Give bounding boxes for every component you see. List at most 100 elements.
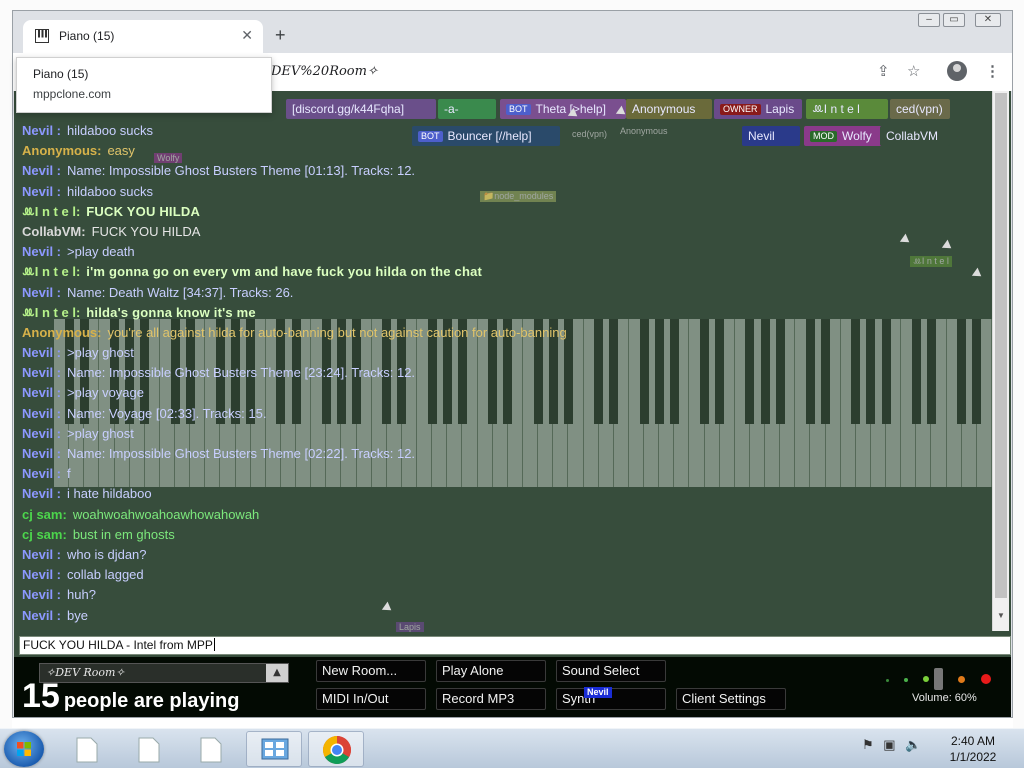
scroll-down-arrow-icon[interactable]: ▼ (995, 611, 1007, 625)
client-settings-button[interactable]: Client Settings (676, 688, 786, 710)
chat-text: who is djdan? (67, 546, 147, 562)
clock-time: 2:40 AM (950, 734, 996, 748)
chat-author: Nevil : (22, 425, 62, 441)
user-name: ced(vpn) (896, 102, 943, 116)
taskbar-item-document[interactable] (184, 731, 240, 767)
maximize-window-icon[interactable]: ▭ (943, 13, 965, 27)
volume-control[interactable]: Volume: 60% (874, 665, 1004, 709)
close-tab-icon[interactable]: ✕ (241, 27, 253, 44)
user-chip[interactable]: BOT Theta [>help] (500, 99, 626, 119)
chat-message: Nevil : huh? (22, 585, 992, 605)
midi-in-out-button[interactable]: MIDI In/Out (316, 688, 426, 710)
chat-text: >play voyage (67, 385, 144, 401)
new-room-button[interactable]: New Room... (316, 660, 426, 682)
windows-taskbar: ⚑ ▣ 🔈 2:40 AM 1/1/2022 (0, 728, 1024, 768)
user-chip[interactable]: ꔛI n t e l (806, 99, 888, 119)
minimize-window-icon[interactable]: – (918, 13, 940, 27)
volume-led (904, 678, 908, 682)
chat-text: >play ghost (67, 425, 134, 441)
chat-message: Nevil : >play death (22, 242, 992, 262)
new-tab-button[interactable]: + (275, 26, 286, 44)
user-name: [discord.gg/k44Fqha] (292, 102, 405, 116)
taskbar-item-control-panel[interactable] (246, 731, 302, 767)
clock-date: 1/1/2022 (949, 750, 997, 764)
chat-author: ꔛI n t e l: (22, 304, 81, 320)
desktop-background (0, 0, 1024, 10)
sound-select-button[interactable]: Sound Select (556, 660, 666, 682)
chat-text: Name: Death Waltz [34:37]. Tracks: 26. (67, 284, 294, 300)
action-center-icon[interactable]: ⚑ (862, 737, 874, 752)
chat-message: Nevil : Name: Impossible Ghost Busters Th… (22, 363, 992, 383)
user-chip[interactable]: ced(vpn) (890, 99, 950, 119)
tab-hover-tooltip: Piano (15) mppclone.com (16, 57, 272, 113)
tab-piano[interactable]: Piano (15) ✕ (23, 20, 263, 53)
chat-text: bust in em ghosts (72, 526, 175, 542)
chat-input[interactable]: FUCK YOU HILDA - Intel from MPP (19, 636, 1011, 655)
system-tray-icons[interactable]: ⚑ ▣ 🔈 (862, 737, 921, 753)
user-name: ꔛI n t e l (812, 102, 860, 116)
address-bar[interactable]: DEV%20Room✧ (263, 58, 883, 86)
chat-author: Nevil : (22, 587, 62, 603)
chat-text: f (67, 466, 71, 482)
taskbar-clock[interactable]: 2:40 AM 1/1/2022 (943, 733, 1003, 765)
user-name: Lapis (765, 102, 795, 116)
user-chip[interactable]: OWNER Lapis (714, 99, 802, 119)
user-chip[interactable]: Anonymous (626, 99, 712, 119)
chat-text: FUCK YOU HILDA (86, 203, 201, 219)
chevron-up-icon[interactable]: ▲ (266, 664, 288, 682)
chat-author: Nevil : (22, 567, 62, 583)
chat-author: Nevil : (22, 163, 62, 179)
document-icon (138, 737, 160, 763)
chat-text: Name: Impossible Ghost Busters Theme [02… (67, 446, 416, 461)
chat-text: collab lagged (67, 567, 144, 583)
speaker-icon[interactable]: 🔈 (905, 737, 921, 752)
chat-message: Nevil : bye (22, 606, 992, 626)
browser-window: Piano (15) ✕ + – ▭ ✕ DEV%20Room✧ ⇪ ☆ ⋮ [… (12, 10, 1013, 718)
chat-message: Nevil : f (22, 464, 992, 484)
chat-message: Nevil : >play voyage (22, 383, 992, 403)
chat-author: Nevil : (22, 284, 62, 300)
taskbar-item-document[interactable] (60, 731, 116, 767)
chat-text: >play ghost (67, 345, 134, 361)
bookmark-star-icon[interactable]: ☆ (907, 62, 920, 80)
cursor-label-wolfy: Wolfy (154, 153, 183, 163)
scrollbar-thumb[interactable] (995, 93, 1007, 598)
chat-text: i hate hildaboo (67, 486, 152, 502)
chat-text: FUCK YOU HILDA (91, 223, 201, 239)
volume-label: Volume: 60% (912, 692, 977, 704)
chat-author: Nevil : (22, 123, 62, 138)
chat-message: cj sam: bust in em ghosts (22, 525, 992, 545)
chat-author: cj sam: (22, 526, 67, 542)
play-alone-button[interactable]: Play Alone (436, 660, 546, 682)
document-icon (200, 737, 222, 763)
chat-message: Nevil : hildaboo sucks (22, 121, 992, 141)
piano-room-page: [discord.gg/k44Fqha] -a- BOT Theta [>help] A… (14, 91, 1011, 717)
volume-knob[interactable] (934, 668, 943, 690)
share-icon[interactable]: ⇪ (877, 62, 890, 80)
close-window-icon[interactable]: ✕ (975, 13, 1001, 27)
chat-message: ꔛI n t e l: FUCK YOU HILDA (22, 202, 992, 222)
user-chip[interactable]: [discord.gg/k44Fqha] (286, 99, 436, 119)
chat-author: Anonymous: (22, 143, 102, 159)
chat-author: Nevil : (22, 486, 62, 502)
user-chip[interactable]: -a- (438, 99, 496, 119)
chat-text: hildaboo sucks (67, 183, 154, 199)
taskbar-item-chrome[interactable] (308, 731, 364, 767)
start-button[interactable] (4, 731, 44, 767)
chat-message: Anonymous: you're all against hilda for a… (22, 323, 992, 343)
chat-author: CollabVM: (22, 223, 86, 239)
menu-kebab-icon[interactable]: ⋮ (985, 62, 1000, 80)
volume-led (958, 676, 965, 683)
taskbar-item-document[interactable] (122, 731, 178, 767)
chat-message: Nevil : Name: Impossible Ghost Busters Th… (22, 161, 992, 181)
volume-led (981, 674, 991, 684)
tooltip-title: Piano (15) (33, 67, 89, 81)
piano-favicon-icon (35, 29, 49, 43)
chat-message: Nevil : Name: Death Waltz [34:37]. Tracks… (22, 283, 992, 303)
chat-scrollbar[interactable]: ▼ (992, 91, 1009, 631)
profile-avatar-icon[interactable] (947, 61, 967, 81)
chat-text: Name: Impossible Ghost Busters Theme [23… (67, 365, 416, 381)
chat-text: woahwoahwoahoawhowahowah (72, 506, 260, 522)
network-icon[interactable]: ▣ (883, 737, 895, 752)
record-mp3-button[interactable]: Record MP3 (436, 688, 546, 710)
